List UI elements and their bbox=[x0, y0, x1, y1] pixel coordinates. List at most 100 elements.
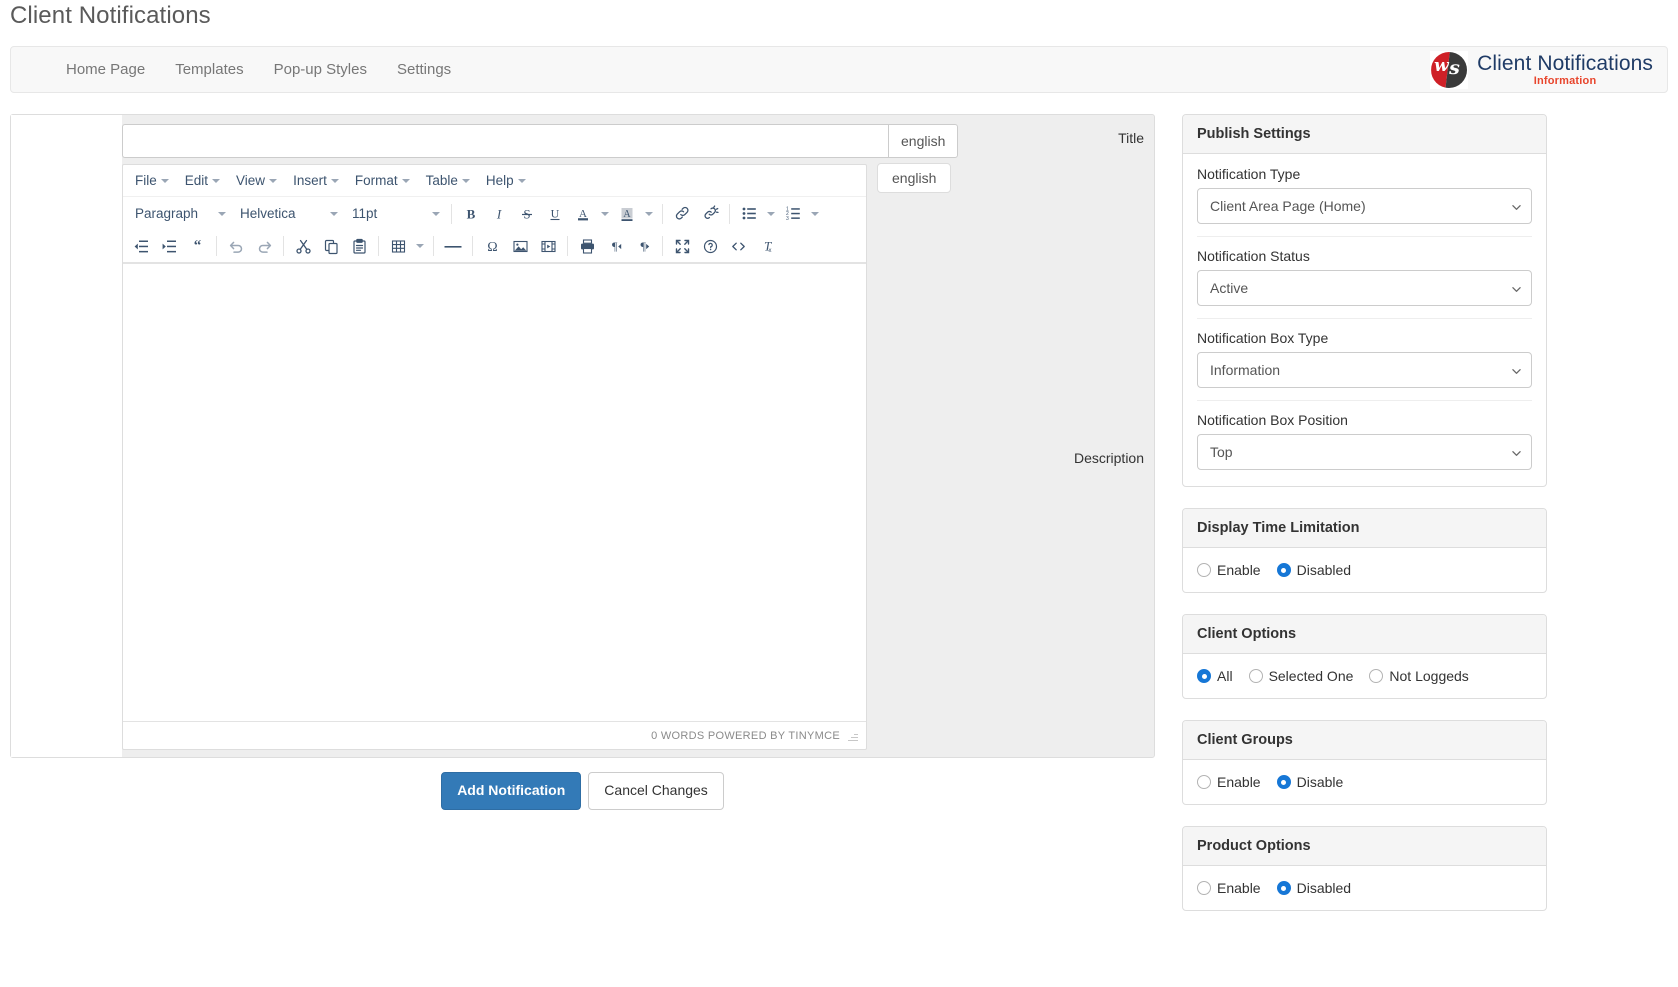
radio-icon-selected[interactable] bbox=[1277, 881, 1291, 895]
menu-format[interactable]: Format bbox=[347, 170, 418, 191]
product-options-radio-group: Enable Disabled bbox=[1197, 880, 1532, 896]
description-language-tab[interactable]: english bbox=[877, 163, 951, 193]
fullscreen-icon[interactable] bbox=[668, 233, 696, 259]
bullet-list-chevron-down-icon[interactable] bbox=[763, 201, 779, 227]
indent-icon[interactable] bbox=[155, 233, 183, 259]
background-color-icon[interactable]: A bbox=[613, 201, 641, 227]
radio-icon-selected[interactable] bbox=[1277, 563, 1291, 577]
radio-icon[interactable] bbox=[1249, 669, 1263, 683]
undo-icon[interactable] bbox=[222, 233, 250, 259]
menu-view[interactable]: View bbox=[228, 170, 285, 191]
svg-text:U: U bbox=[551, 206, 560, 220]
special-character-icon[interactable]: Ω bbox=[478, 233, 506, 259]
radio-icon-selected[interactable] bbox=[1277, 775, 1291, 789]
table-icon[interactable] bbox=[384, 233, 412, 259]
radio-icon-selected[interactable] bbox=[1197, 669, 1211, 683]
paste-icon[interactable] bbox=[345, 233, 373, 259]
print-icon[interactable] bbox=[573, 233, 601, 259]
product-options-disabled-option[interactable]: Disabled bbox=[1277, 880, 1351, 896]
redo-icon[interactable] bbox=[250, 233, 278, 259]
client-groups-heading: Client Groups bbox=[1183, 721, 1546, 760]
editor-content-area[interactable] bbox=[123, 263, 866, 721]
font-family-select[interactable]: Helvetica bbox=[232, 201, 344, 227]
notification-type-label: Notification Type bbox=[1197, 166, 1532, 182]
client-options-not-loggeds-label: Not Loggeds bbox=[1389, 668, 1468, 684]
help-icon[interactable] bbox=[696, 233, 724, 259]
insert-media-icon[interactable] bbox=[534, 233, 562, 259]
notification-type-field: Notification Type Client Area Page (Home… bbox=[1197, 166, 1532, 226]
numbered-list-icon[interactable]: 123 bbox=[779, 201, 807, 227]
notification-box-position-select[interactable]: Top bbox=[1197, 434, 1532, 470]
paragraph-style-value: Paragraph bbox=[135, 206, 198, 221]
client-options-not-loggeds-option[interactable]: Not Loggeds bbox=[1369, 668, 1468, 684]
title-input[interactable] bbox=[122, 124, 888, 158]
radio-icon[interactable] bbox=[1197, 563, 1211, 577]
menu-edit[interactable]: Edit bbox=[177, 170, 228, 191]
cut-icon[interactable] bbox=[289, 233, 317, 259]
client-options-selected-one-option[interactable]: Selected One bbox=[1249, 668, 1354, 684]
toolbar-divider bbox=[662, 236, 663, 256]
unlink-icon[interactable] bbox=[696, 201, 724, 227]
toolbar-divider bbox=[662, 204, 663, 224]
svg-text:x: x bbox=[768, 248, 771, 254]
ltr-icon[interactable]: ¶ bbox=[601, 233, 629, 259]
display-time-enable-option[interactable]: Enable bbox=[1197, 562, 1261, 578]
client-groups-enable-option[interactable]: Enable bbox=[1197, 774, 1261, 790]
copy-icon[interactable] bbox=[317, 233, 345, 259]
svg-text:I: I bbox=[496, 206, 502, 221]
paragraph-style-select[interactable]: Paragraph bbox=[127, 201, 232, 227]
rtl-icon[interactable]: ¶ bbox=[629, 233, 657, 259]
notification-status-select[interactable]: Active bbox=[1197, 270, 1532, 306]
clear-formatting-icon[interactable]: Tx bbox=[752, 233, 780, 259]
nav-item-settings[interactable]: Settings bbox=[382, 47, 466, 92]
client-options-all-option[interactable]: All bbox=[1197, 668, 1233, 684]
client-groups-disable-option[interactable]: Disable bbox=[1277, 774, 1344, 790]
text-color-icon[interactable]: A bbox=[569, 201, 597, 227]
font-size-select[interactable]: 11pt bbox=[344, 201, 446, 227]
nav-item-home-page[interactable]: Home Page bbox=[51, 47, 160, 92]
outdent-icon[interactable] bbox=[127, 233, 155, 259]
notification-type-select[interactable]: Client Area Page (Home) bbox=[1197, 188, 1532, 224]
bold-icon[interactable]: B bbox=[457, 201, 485, 227]
editor-toolbar-row-1: Paragraph Helvetica 11pt B I bbox=[123, 197, 866, 230]
bullet-list-icon[interactable] bbox=[735, 201, 763, 227]
source-code-icon[interactable] bbox=[724, 233, 752, 259]
horizontal-rule-icon[interactable] bbox=[439, 233, 467, 259]
menu-file[interactable]: File bbox=[127, 170, 177, 191]
product-options-enable-option[interactable]: Enable bbox=[1197, 880, 1261, 896]
chevron-down-icon bbox=[402, 179, 410, 183]
nav-item-templates[interactable]: Templates bbox=[160, 47, 258, 92]
form-label-column bbox=[11, 115, 122, 757]
text-color-chevron-down-icon[interactable] bbox=[597, 201, 613, 227]
title-language-button[interactable]: english bbox=[888, 124, 958, 158]
insert-image-icon[interactable] bbox=[506, 233, 534, 259]
menu-insert[interactable]: Insert bbox=[285, 170, 347, 191]
notification-box-type-select[interactable]: Information bbox=[1197, 352, 1532, 388]
nav-item-popup-styles[interactable]: Pop-up Styles bbox=[259, 47, 382, 92]
chevron-down-icon bbox=[212, 179, 220, 183]
numbered-list-chevron-down-icon[interactable] bbox=[807, 201, 823, 227]
table-chevron-down-icon[interactable] bbox=[412, 233, 428, 259]
notification-form-panel: Title Description english english File E… bbox=[10, 114, 1155, 758]
client-options-selected-one-label: Selected One bbox=[1269, 668, 1354, 684]
menu-view-label: View bbox=[236, 173, 265, 188]
display-time-disabled-option[interactable]: Disabled bbox=[1277, 562, 1351, 578]
strikethrough-icon[interactable]: S bbox=[513, 201, 541, 227]
background-color-chevron-down-icon[interactable] bbox=[641, 201, 657, 227]
svg-text:A: A bbox=[579, 208, 587, 220]
editor-toolbar-row-2: “ bbox=[123, 230, 866, 263]
menu-table[interactable]: Table bbox=[418, 170, 478, 191]
radio-icon[interactable] bbox=[1369, 669, 1383, 683]
underline-icon[interactable]: U bbox=[541, 201, 569, 227]
add-notification-button[interactable]: Add Notification bbox=[441, 772, 581, 810]
blockquote-icon[interactable]: “ bbox=[183, 233, 211, 259]
italic-icon[interactable]: I bbox=[485, 201, 513, 227]
radio-icon[interactable] bbox=[1197, 775, 1211, 789]
menu-help[interactable]: Help bbox=[478, 170, 534, 191]
link-icon[interactable] bbox=[668, 201, 696, 227]
radio-icon[interactable] bbox=[1197, 881, 1211, 895]
editor-resize-handle[interactable] bbox=[848, 731, 858, 741]
publish-settings-body: Notification Type Client Area Page (Home… bbox=[1183, 154, 1546, 486]
cancel-changes-button[interactable]: Cancel Changes bbox=[588, 772, 724, 810]
menu-format-label: Format bbox=[355, 173, 398, 188]
